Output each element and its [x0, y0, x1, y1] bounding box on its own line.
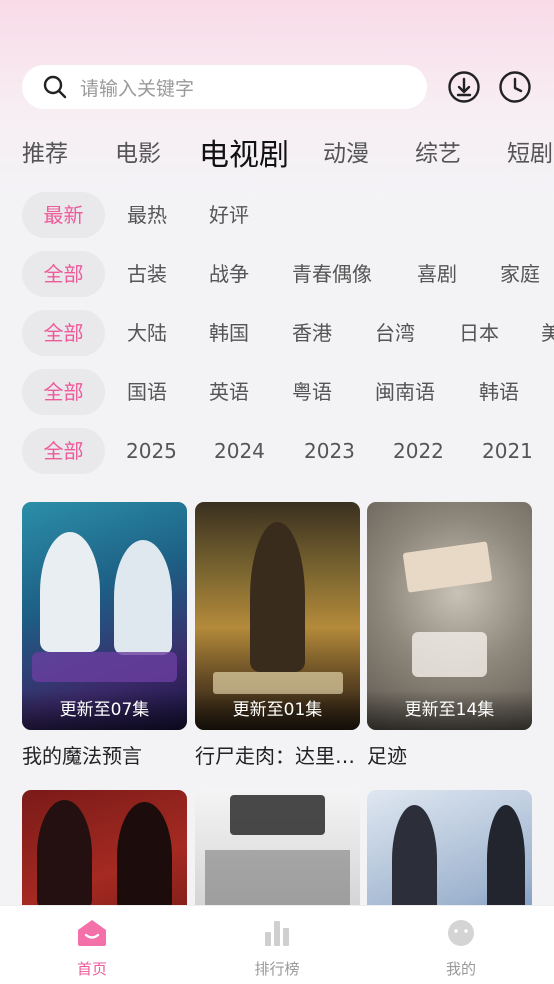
poster-forest [205, 850, 350, 905]
search-input[interactable]: 请输入关键字 [80, 74, 194, 101]
download-icon [448, 71, 480, 103]
search-row: 请输入关键字 [22, 65, 542, 109]
video-title[interactable]: 我的魔法预言 [22, 740, 187, 769]
home-icon [78, 920, 106, 946]
nav-home-label: 首页 [76, 960, 107, 978]
poster-title-art [412, 632, 487, 677]
update-badge: 更新至07集 [22, 690, 187, 730]
tab-variety[interactable]: 综艺 [415, 134, 461, 168]
video-card[interactable]: 更新至07集 我的魔法预言 [22, 502, 187, 769]
history-icon [499, 71, 531, 103]
filter-chip[interactable]: 战争 [209, 251, 249, 297]
filter-chip[interactable]: 家庭 [500, 251, 540, 297]
search-box[interactable]: 请输入关键字 [22, 65, 427, 109]
filter-chip[interactable]: 2024 [214, 428, 265, 474]
filter-chip[interactable]: 台湾 [375, 310, 415, 356]
video-card[interactable]: 更新至01集 行尸走肉：达里… [195, 502, 360, 769]
filter-chip[interactable]: 韩国 [209, 310, 249, 356]
filter-chip[interactable]: 最热 [127, 192, 167, 238]
filter-row-region: 全部 大陆 韩国 香港 台湾 日本 美 [0, 310, 554, 356]
update-badge: 更新至01集 [195, 690, 360, 730]
history-button[interactable] [498, 70, 532, 104]
tab-anime[interactable]: 动漫 [323, 134, 369, 168]
search-icon [43, 75, 67, 99]
nav-profile-label: 我的 [445, 960, 476, 978]
ranking-icon [265, 921, 289, 946]
filter-chip-selected[interactable]: 全部 [22, 310, 105, 356]
filter-chip-selected[interactable]: 全部 [22, 369, 105, 415]
filter-chip[interactable]: 2023 [304, 428, 355, 474]
poster-banknote [402, 541, 493, 593]
filter-chip[interactable]: 古装 [127, 251, 167, 297]
poster-figure [40, 532, 100, 652]
video-poster[interactable]: 更新至14集 [367, 502, 532, 730]
video-poster[interactable]: 更新至01集 [195, 502, 360, 730]
poster-figure [117, 802, 172, 912]
filter-chip[interactable]: 2025 [126, 428, 177, 474]
filter-chip[interactable]: 2021 [482, 428, 533, 474]
video-title[interactable]: 足迹 [367, 740, 532, 769]
filter-chip[interactable]: 韩语 [479, 369, 519, 415]
filter-chip[interactable]: 香港 [292, 310, 332, 356]
category-tabs: 推荐 电影 电视剧 动漫 综艺 短剧 [0, 128, 554, 174]
filter-chip[interactable]: 英语 [209, 369, 249, 415]
filter-chip[interactable]: 好评 [209, 192, 249, 238]
filter-chip[interactable]: 喜剧 [417, 251, 457, 297]
tab-tv-series[interactable]: 电视剧 [199, 130, 289, 174]
filter-chip[interactable]: 美 [541, 310, 554, 356]
filter-chip[interactable]: 粤语 [292, 369, 332, 415]
filter-row-year: 全部 2025 2024 2023 2022 2021 [0, 428, 554, 474]
filter-chip[interactable]: 闽南语 [375, 369, 435, 415]
filter-row-language: 全部 国语 英语 粤语 闽南语 韩语 [0, 369, 554, 415]
video-card[interactable]: 更新至14集 足迹 [367, 502, 532, 769]
filter-chip-selected[interactable]: 最新 [22, 192, 105, 238]
poster-figure [487, 805, 525, 915]
update-badge: 更新至14集 [367, 690, 532, 730]
video-poster[interactable]: 更新至07集 [22, 502, 187, 730]
nav-ranking-label: 排行榜 [254, 960, 300, 978]
filter-chip[interactable]: 国语 [127, 369, 167, 415]
poster-figure [392, 805, 437, 915]
tab-recommend[interactable]: 推荐 [22, 134, 68, 168]
bottom-navigation: 首页 排行榜 我的 [0, 905, 554, 984]
filter-chip[interactable]: 大陆 [127, 310, 167, 356]
poster-figure [114, 540, 172, 655]
nav-home[interactable]: 首页 [32, 906, 152, 984]
nav-ranking[interactable]: 排行榜 [217, 906, 337, 984]
filter-chip-selected[interactable]: 全部 [22, 251, 105, 297]
poster-title-art [230, 795, 325, 835]
profile-icon [448, 920, 474, 946]
filter-chip[interactable]: 2022 [393, 428, 444, 474]
filter-chip[interactable]: 青春偶像 [292, 251, 372, 297]
nav-profile[interactable]: 我的 [401, 906, 521, 984]
tab-movie[interactable]: 电影 [115, 134, 161, 168]
filter-chip[interactable]: 日本 [459, 310, 499, 356]
filter-chip-selected[interactable]: 全部 [22, 428, 105, 474]
video-title[interactable]: 行尸走肉：达里… [195, 740, 360, 769]
filter-row-sort: 最新 最热 好评 [0, 192, 554, 238]
tab-short-drama[interactable]: 短剧 [507, 134, 553, 168]
poster-figure [250, 522, 305, 672]
poster-figure [37, 800, 92, 910]
filter-row-genre: 全部 古装 战争 青春偶像 喜剧 家庭 [0, 251, 554, 297]
poster-title-art [32, 652, 177, 682]
download-button[interactable] [447, 70, 481, 104]
